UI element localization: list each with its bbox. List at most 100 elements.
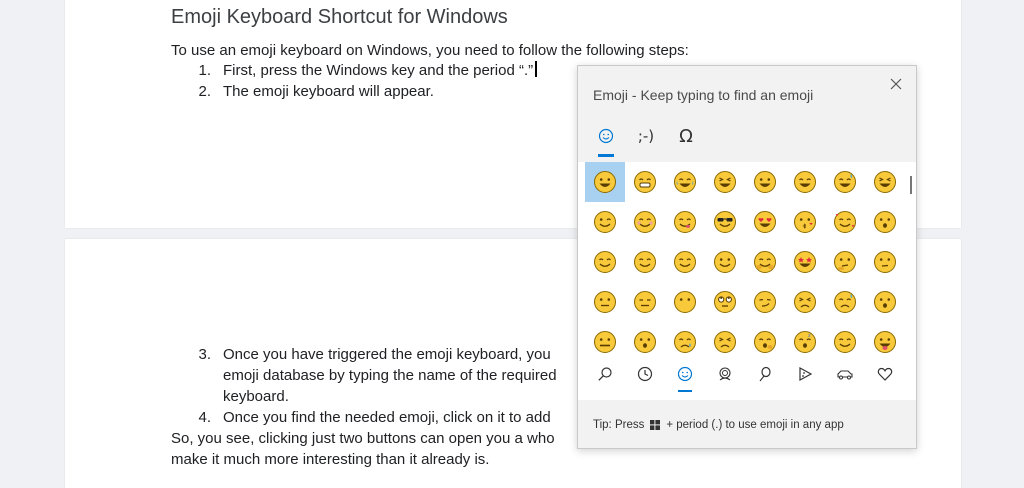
- windows-logo-icon: [650, 420, 661, 430]
- emoji-heart-eyes[interactable]: [745, 202, 785, 242]
- tab-emoji[interactable]: [590, 121, 622, 157]
- tip-prefix: Tip: Press: [593, 419, 645, 431]
- intro-paragraph: To use an emoji keyboard on Windows, you…: [171, 42, 689, 59]
- emoji-yawn[interactable]: [745, 322, 785, 354]
- emoji-laughing[interactable]: [865, 162, 905, 202]
- smiley-icon: [677, 366, 693, 382]
- emoji-panel: Emoji - Keep typing to find an emoji ;-)…: [577, 65, 917, 449]
- thinking-emoji-icon: [834, 251, 856, 273]
- emoji-tongue[interactable]: [865, 322, 905, 354]
- disappointed-relieved-emoji-icon: [834, 291, 856, 313]
- step-1-text[interactable]: First, press the Windows key and the per…: [223, 60, 538, 81]
- emoji-sunglasses[interactable]: [705, 202, 745, 242]
- star-struck-emoji-icon: [794, 251, 816, 273]
- category-heart[interactable]: [865, 354, 905, 394]
- emoji-tired[interactable]: [705, 322, 745, 354]
- emoji-smile[interactable]: [785, 162, 825, 202]
- category-celebration[interactable]: [745, 354, 785, 394]
- emoji-open-mouth[interactable]: [625, 322, 665, 354]
- emoji-wink[interactable]: [585, 202, 625, 242]
- category-people[interactable]: [705, 354, 745, 394]
- relieved-emoji-icon: [594, 251, 616, 273]
- emoji-smile-soft[interactable]: [665, 242, 705, 282]
- persevere-emoji-icon: [794, 291, 816, 313]
- grinning-emoji-icon: [594, 171, 616, 193]
- emoji-hushed[interactable]: [865, 282, 905, 322]
- category-search[interactable]: [585, 354, 625, 394]
- step-1-label: First, press the Windows key and the per…: [223, 62, 534, 79]
- tip-text: Tip: Press + period (.) to use emoji in …: [593, 419, 844, 431]
- emoji-sweat-smile[interactable]: [825, 162, 865, 202]
- emoji-joy[interactable]: [665, 162, 705, 202]
- emoji-rofl[interactable]: [705, 162, 745, 202]
- blush-emoji-icon: [634, 211, 656, 233]
- kiss-emoji-icon: [794, 211, 816, 233]
- scrollbar[interactable]: [910, 176, 912, 194]
- emoji-sleeping[interactable]: z: [785, 322, 825, 354]
- emoji-smiley[interactable]: [745, 162, 785, 202]
- emoji-persevere[interactable]: [785, 282, 825, 322]
- emoji-relieved-2[interactable]: [825, 322, 865, 354]
- yawn-emoji-icon: [754, 331, 776, 353]
- category-smileys[interactable]: [665, 354, 705, 394]
- zipper-emoji-icon: [594, 331, 616, 353]
- smiling-hearts-emoji-icon: [834, 211, 856, 233]
- emoji-grin-teeth[interactable]: [625, 162, 665, 202]
- emoji-disappointed-relieved[interactable]: [825, 282, 865, 322]
- emoji-expressionless[interactable]: [625, 282, 665, 322]
- rofl-emoji-icon: [714, 171, 736, 193]
- emoji-yum[interactable]: [665, 202, 705, 242]
- neutral-raised-emoji-icon: [874, 251, 896, 273]
- emoji-no-mouth[interactable]: [665, 282, 705, 322]
- step-3-line-3: keyboard.: [223, 388, 289, 405]
- eye-roll-emoji-icon: [714, 291, 736, 313]
- hushed-emoji-icon: [874, 291, 896, 313]
- emoji-kiss[interactable]: [785, 202, 825, 242]
- smile-emoji-icon: [794, 171, 816, 193]
- sleeping-emoji-icon: z: [794, 331, 816, 353]
- text-cursor: [535, 61, 538, 77]
- emoji-smiling-hearts[interactable]: [825, 202, 865, 242]
- hug-face-emoji-icon: [874, 211, 896, 233]
- emoji-hug-face[interactable]: [865, 202, 905, 242]
- emoji-neutral[interactable]: [585, 282, 625, 322]
- emoji-zipper[interactable]: [585, 322, 625, 354]
- step-4-number: 4.: [198, 409, 211, 426]
- close-icon: [890, 78, 902, 90]
- step-3-line-1: Once you have triggered the emoji keyboa…: [223, 346, 551, 363]
- tab-kaomoji[interactable]: ;-): [630, 121, 662, 151]
- grin-teeth-emoji-icon: [634, 171, 656, 193]
- emoji-thinking[interactable]: [825, 242, 865, 282]
- emoji-star-struck[interactable]: [785, 242, 825, 282]
- tongue-emoji-icon: [874, 331, 896, 353]
- emoji-slight-smile[interactable]: [705, 242, 745, 282]
- category-food[interactable]: [785, 354, 825, 394]
- close-button[interactable]: [884, 72, 908, 96]
- category-recent[interactable]: [625, 354, 665, 394]
- wink-emoji-icon: [594, 211, 616, 233]
- sweat-smile-emoji-icon: [834, 171, 856, 193]
- emoji-grinning[interactable]: [585, 162, 625, 202]
- yum-emoji-icon: [674, 211, 696, 233]
- open-mouth-emoji-icon: [634, 331, 656, 353]
- emoji-neutral-raised[interactable]: [865, 242, 905, 282]
- panel-tabs: ;-) Ω: [590, 121, 702, 157]
- panel-title: Emoji - Keep typing to find an emoji: [593, 87, 814, 103]
- heart-icon: [877, 367, 893, 381]
- category-travel[interactable]: [825, 354, 865, 394]
- emoji-hugging[interactable]: [745, 242, 785, 282]
- no-mouth-emoji-icon: [674, 291, 696, 313]
- expressionless-emoji-icon: [634, 291, 656, 313]
- emoji-relieved[interactable]: [585, 242, 625, 282]
- emoji-smile-closed[interactable]: [625, 242, 665, 282]
- search-icon: [598, 367, 612, 381]
- emoji-smirk[interactable]: [745, 282, 785, 322]
- emoji-grid-area: z: [578, 162, 916, 354]
- tab-symbols[interactable]: Ω: [670, 121, 702, 151]
- emoji-sleepy[interactable]: [665, 322, 705, 354]
- emoji-blush[interactable]: [625, 202, 665, 242]
- smirk-emoji-icon: [754, 291, 776, 313]
- sleepy-emoji-icon: [674, 331, 696, 353]
- emoji-eye-roll[interactable]: [705, 282, 745, 322]
- balloon-icon: [759, 366, 771, 382]
